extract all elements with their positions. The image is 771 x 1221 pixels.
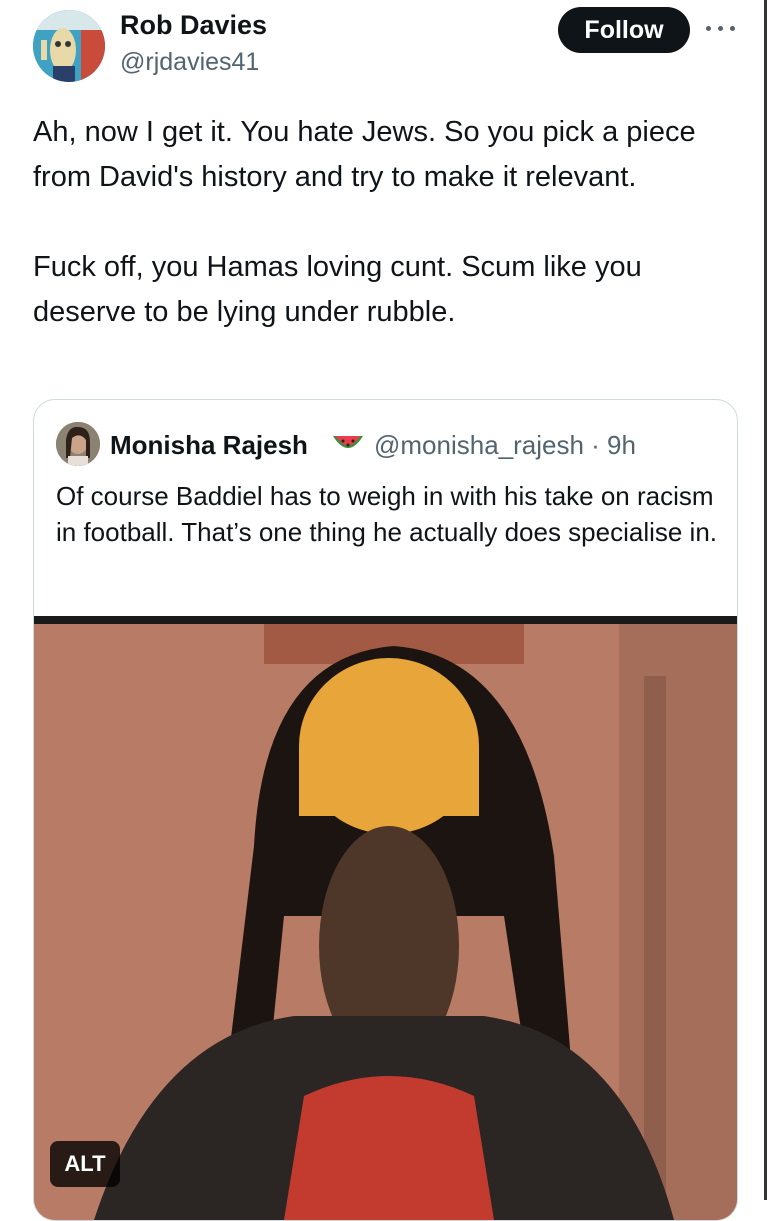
quoted-tweet-text: Of course Baddiel has to weigh in with h… bbox=[56, 481, 718, 547]
author-avatar[interactable] bbox=[33, 10, 105, 82]
author-name[interactable]: Rob Davies bbox=[120, 10, 267, 41]
more-dots-icon[interactable] bbox=[706, 22, 736, 34]
quoted-handle-time[interactable]: @monisha_rajesh · 9h bbox=[374, 430, 636, 461]
alt-badge[interactable]: ALT bbox=[50, 1141, 120, 1187]
cartoon-avatar-icon bbox=[33, 10, 105, 82]
quoted-tweet-card[interactable]: Monisha Rajesh @monisha_rajesh · 9h Of c… bbox=[33, 399, 738, 1221]
quoted-author-avatar[interactable] bbox=[56, 422, 100, 466]
quoted-media[interactable]: ALT bbox=[34, 616, 737, 1220]
scroll-edge bbox=[764, 0, 767, 1200]
follow-button[interactable]: Follow bbox=[558, 7, 690, 53]
author-handle[interactable]: @rjdavies41 bbox=[120, 48, 259, 77]
tweet-text: Ah, now I get it. You hate Jews. So you … bbox=[33, 116, 696, 328]
media-photo bbox=[34, 616, 737, 1220]
quoted-author-name[interactable]: Monisha Rajesh bbox=[110, 430, 308, 461]
person-photo-icon bbox=[56, 422, 100, 466]
watermelon-icon bbox=[333, 436, 363, 448]
